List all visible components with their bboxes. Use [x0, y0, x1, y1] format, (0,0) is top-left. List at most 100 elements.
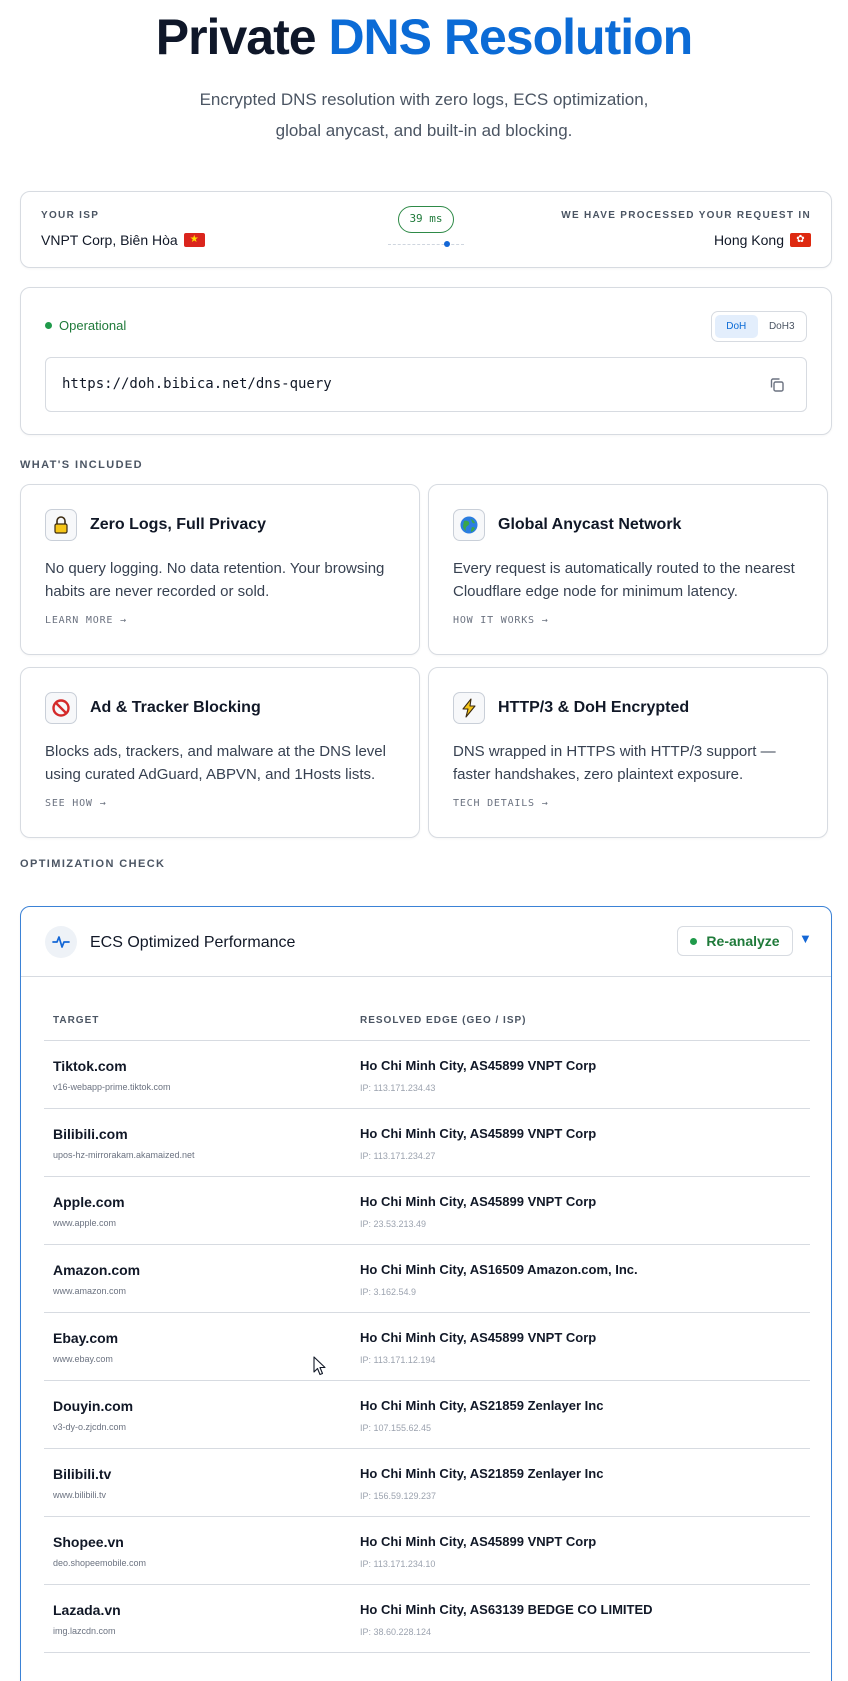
title-accent: DNS Resolution [328, 9, 693, 65]
row-edge: Ho Chi Minh City, AS45899 VNPT Corp [360, 1058, 597, 1073]
row-host: www.amazon.com [53, 1286, 127, 1296]
row-host: v16-webapp-prime.tiktok.com [53, 1082, 171, 1092]
mouse-cursor-icon [313, 1356, 326, 1376]
lock-icon [45, 509, 77, 541]
row-ip: IP: 38.60.228.124 [360, 1627, 432, 1637]
row-target: Lazada.vn [53, 1602, 121, 1618]
isp-card: YOUR ISP VNPT Corp, Biên Hòa 39 ms WE HA… [20, 191, 832, 268]
isp-label: YOUR ISP [41, 210, 100, 221]
table-row: Tiktok.com v16-webapp-prime.tiktok.com H… [44, 1041, 810, 1109]
row-target: Tiktok.com [53, 1058, 127, 1074]
feature-description: Blocks ads, trackers, and malware at the… [45, 743, 386, 783]
row-edge: Ho Chi Minh City, AS45899 VNPT Corp [360, 1534, 597, 1549]
row-edge: Ho Chi Minh City, AS63139 BEDGE CO LIMIT… [360, 1602, 653, 1617]
processed-label: WE HAVE PROCESSED YOUR REQUEST IN [561, 210, 811, 221]
see-how-link[interactable]: SEE HOW → [45, 798, 106, 809]
isp-value: VNPT Corp, Biên Hòa [41, 232, 205, 248]
optimization-section-label: OPTIMIZATION CHECK [20, 858, 166, 870]
feature-card-privacy: Zero Logs, Full Privacy No query logging… [20, 484, 420, 655]
optimization-title: ECS Optimized Performance [90, 934, 296, 951]
feature-description: Every request is automatically routed to… [453, 560, 795, 600]
feature-title: Global Anycast Network [498, 516, 682, 533]
hong-kong-flag-icon [790, 232, 811, 247]
status-dot-icon [45, 322, 52, 329]
protocol-toggle: DoH DoH3 [711, 311, 807, 342]
row-target: Bilibili.tv [53, 1466, 112, 1482]
subtitle-line-2: global anycast, and built-in ad blocking… [275, 121, 573, 140]
row-ip: IP: 113.171.12.194 [360, 1355, 436, 1365]
feature-title: Zero Logs, Full Privacy [90, 516, 267, 533]
table-row: Ebay.com www.ebay.com Ho Chi Minh City, … [44, 1313, 810, 1381]
row-edge: Ho Chi Minh City, AS21859 Zenlayer Inc [360, 1398, 604, 1413]
table-row: Bilibili.tv www.bilibili.tv Ho Chi Minh … [44, 1449, 810, 1517]
included-section-label: WHAT'S INCLUDED [20, 459, 144, 471]
row-target: Ebay.com [53, 1330, 119, 1346]
endpoint-url-field[interactable]: https://doh.bibica.net/dns-query [45, 357, 807, 412]
row-edge: Ho Chi Minh City, AS45899 VNPT Corp [360, 1194, 597, 1209]
table-row: Shopee.vn deo.shopeemobile.com Ho Chi Mi… [44, 1517, 810, 1585]
results-table: Tiktok.com v16-webapp-prime.tiktok.com H… [44, 1041, 810, 1653]
lightning-icon [453, 692, 485, 724]
reanalyze-dot-icon [690, 937, 698, 945]
feature-description: No query logging. No data retention. You… [45, 560, 385, 600]
row-ip: IP: 23.53.213.49 [360, 1219, 427, 1229]
latency-badge: 39 ms [398, 206, 454, 233]
latency-dot [444, 241, 450, 247]
row-host: www.bilibili.tv [53, 1490, 107, 1500]
table-row: Douyin.com v3-dy-o.zjcdn.com Ho Chi Minh… [44, 1381, 810, 1449]
page-subtitle: Encrypted DNS resolution with zero logs,… [150, 84, 698, 146]
protocol-doh-button[interactable]: DoH [715, 315, 758, 338]
row-edge: Ho Chi Minh City, AS45899 VNPT Corp [360, 1126, 597, 1141]
table-row: Amazon.com www.amazon.com Ho Chi Minh Ci… [44, 1245, 810, 1313]
isp-name: VNPT Corp, Biên Hòa [41, 232, 178, 248]
activity-pulse-icon [45, 926, 77, 958]
row-ip: IP: 3.162.54.9 [360, 1287, 417, 1297]
copy-icon[interactable] [768, 376, 786, 394]
reanalyze-label: Re-analyze [706, 933, 780, 949]
column-header-edge: RESOLVED EDGE (GEO / ISP) [360, 1015, 527, 1026]
latency-track [388, 244, 464, 245]
row-host: deo.shopeemobile.com [53, 1558, 147, 1568]
row-target: Bilibili.com [53, 1126, 128, 1142]
feature-title: HTTP/3 & DoH Encrypted [498, 699, 690, 716]
learn-more-link[interactable]: LEARN MORE → [45, 615, 127, 626]
chevron-down-icon[interactable]: ▼ [799, 931, 812, 946]
row-ip: IP: 113.171.234.43 [360, 1083, 436, 1093]
row-target: Douyin.com [53, 1398, 134, 1414]
page-title: Private DNS Resolution [0, 8, 848, 66]
table-row: Apple.com www.apple.com Ho Chi Minh City… [44, 1177, 810, 1245]
protocol-doh3-button[interactable]: DoH3 [761, 315, 804, 338]
title-main: Private [155, 9, 317, 65]
processed-location: Hong Kong [713, 232, 784, 248]
processed-value: Hong Kong [714, 232, 811, 248]
row-ip: IP: 107.155.62.45 [360, 1423, 432, 1433]
row-host: www.ebay.com [53, 1354, 113, 1364]
row-edge: Ho Chi Minh City, AS45899 VNPT Corp [360, 1330, 597, 1345]
status-badge: Operational [45, 318, 126, 333]
reanalyze-button[interactable]: Re-analyze [677, 926, 793, 956]
table-row: Lazada.vn img.lazcdn.com Ho Chi Minh Cit… [44, 1585, 810, 1653]
row-host: upos-hz-mirrorakam.akamaized.net [53, 1150, 195, 1160]
row-host: img.lazcdn.com [53, 1626, 116, 1636]
row-edge: Ho Chi Minh City, AS16509 Amazon.com, In… [360, 1262, 638, 1277]
feature-description: DNS wrapped in HTTPS with HTTP/3 support… [453, 743, 776, 783]
tech-details-link[interactable]: TECH DETAILS → [453, 798, 549, 809]
optimization-header[interactable]: ECS Optimized Performance Re-analyze ▼ [21, 907, 831, 977]
endpoint-url: https://doh.bibica.net/dns-query [62, 376, 332, 392]
how-it-works-link[interactable]: HOW IT WORKS → [453, 615, 549, 626]
column-header-target: TARGET [53, 1015, 100, 1026]
endpoint-card: Operational DoH DoH3 https://doh.bibica.… [20, 287, 832, 435]
table-row: Bilibili.com upos-hz-mirrorakam.akamaize… [44, 1109, 810, 1177]
row-host: v3-dy-o.zjcdn.com [53, 1422, 127, 1432]
globe-icon [453, 509, 485, 541]
row-target: Shopee.vn [53, 1534, 124, 1550]
optimization-card: ECS Optimized Performance Re-analyze ▼ T… [20, 906, 832, 1681]
prohibited-icon [45, 692, 77, 724]
row-ip: IP: 113.171.234.27 [360, 1151, 436, 1161]
feature-card-blocking: Ad & Tracker Blocking Blocks ads, tracke… [20, 667, 420, 838]
row-ip: IP: 113.171.234.10 [360, 1559, 436, 1569]
feature-title: Ad & Tracker Blocking [90, 699, 261, 716]
status-text: Operational [59, 318, 127, 333]
vietnam-flag-icon [183, 232, 205, 247]
row-target: Apple.com [53, 1194, 125, 1210]
